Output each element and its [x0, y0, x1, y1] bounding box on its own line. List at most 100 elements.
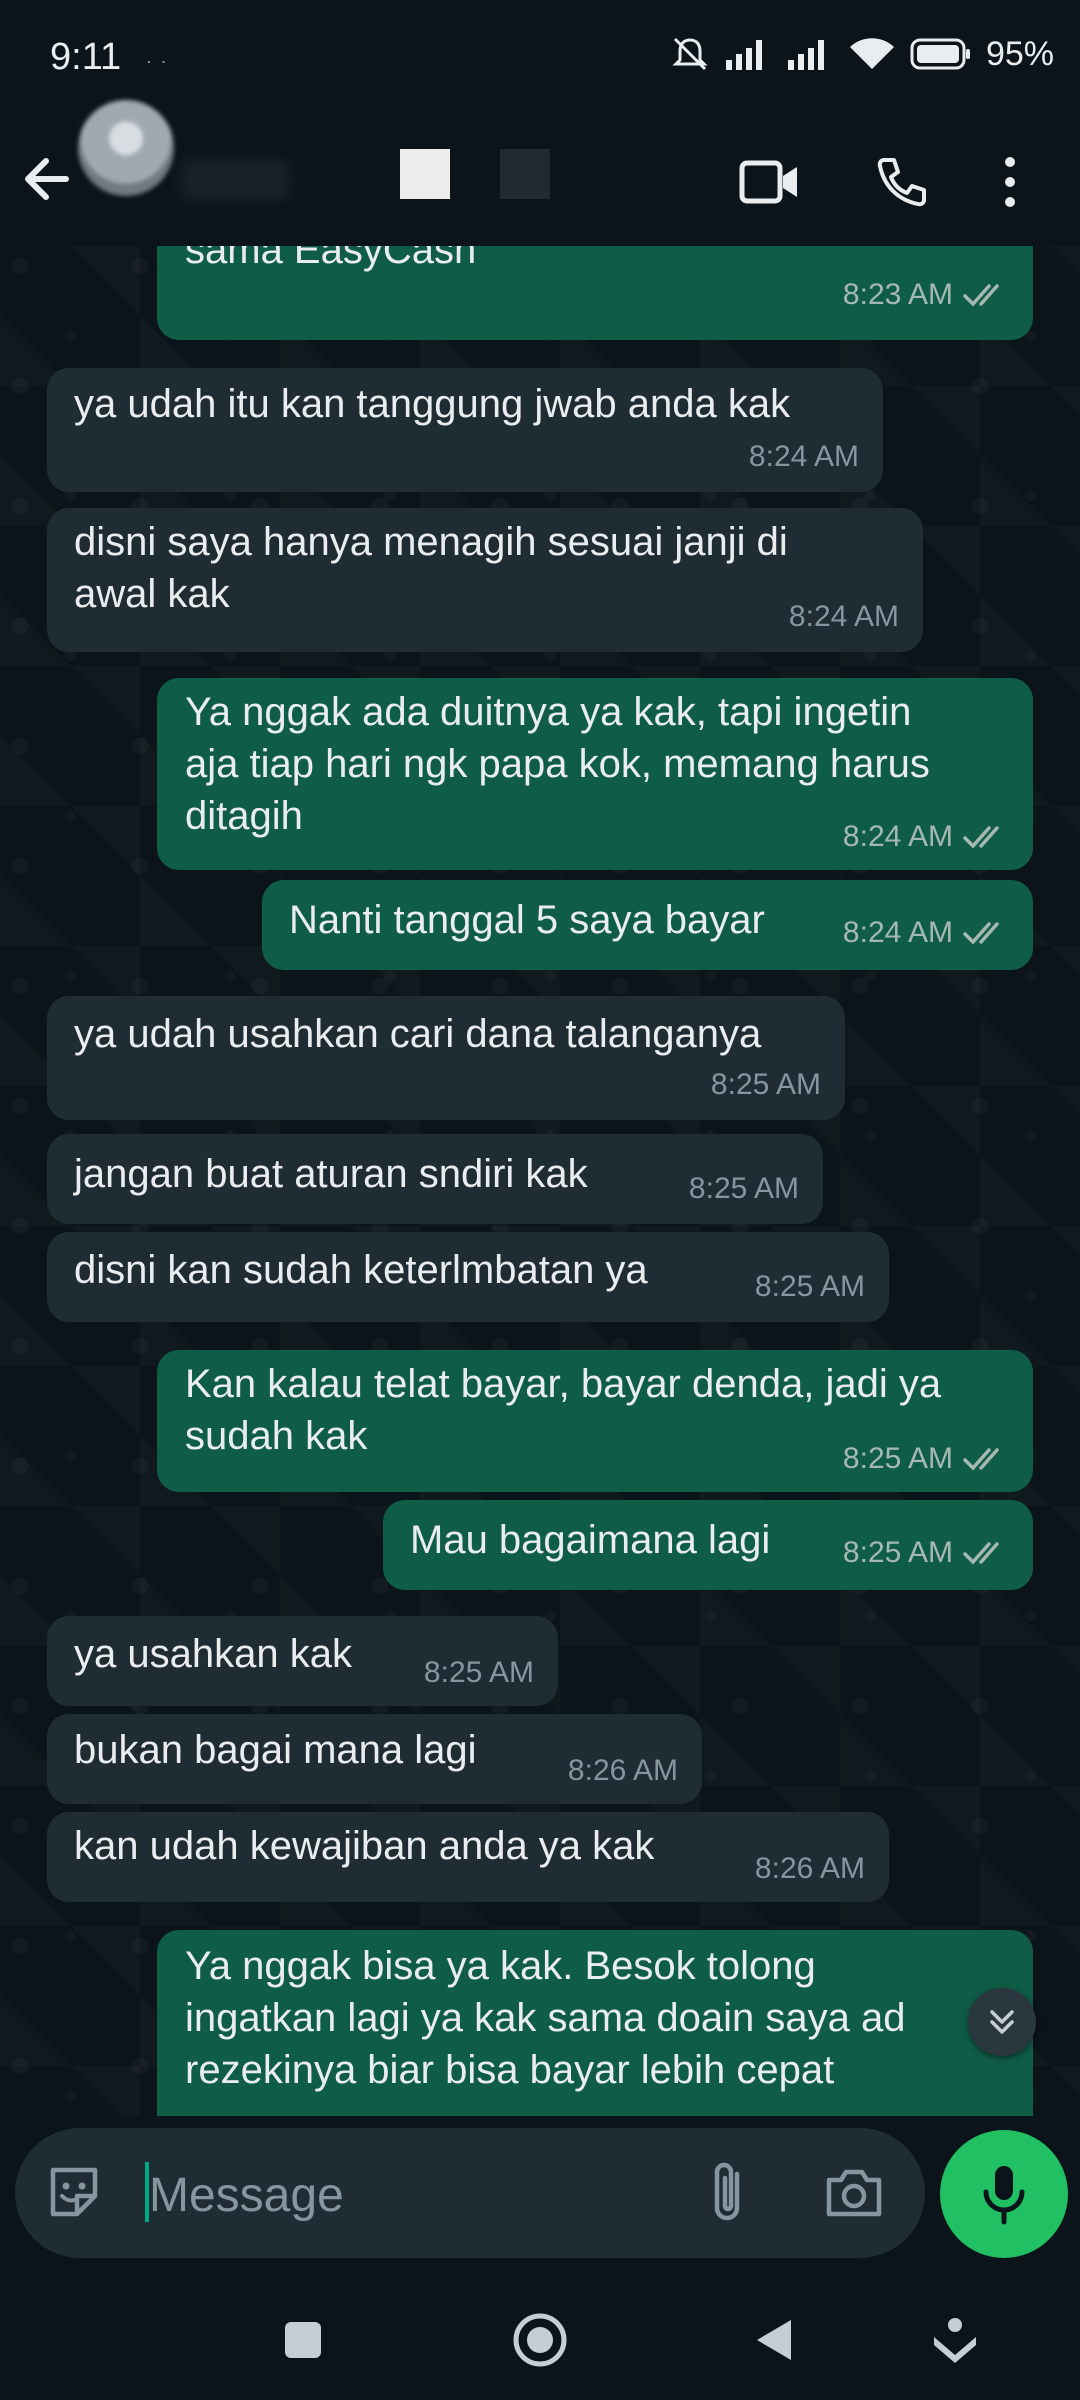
message-outgoing[interactable]: Ya nggak bisa ya kak. Besok tolong ingat…: [157, 1930, 1033, 2116]
double-check-icon: [963, 1542, 999, 1565]
message-time: 8:25 AM: [423, 1656, 534, 1689]
paperclip-icon: [714, 2162, 740, 2221]
phone-icon: [877, 158, 926, 207]
message-outgoing[interactable]: Kan kalau telat bayar, bayar denda, jadi…: [157, 1350, 1033, 1492]
message-text: Ya nggak ada duitnya ya kak, tapi ingeti…: [185, 690, 930, 838]
assistant-button[interactable]: [915, 2300, 995, 2380]
voice-message-button[interactable]: [940, 2130, 1068, 2258]
message-list[interactable]: m. saya juga baru selesai restrukturisas…: [0, 246, 1080, 2116]
message-text: disni saya hanya menagih sesuai janji di…: [74, 520, 788, 616]
message-text: disni kan sudah keterlmbatan ya: [74, 1248, 648, 1292]
voice-call-button[interactable]: [862, 142, 942, 222]
message-time: 8:24 AM: [842, 916, 953, 949]
camera-button[interactable]: [823, 2164, 885, 2225]
message-meta: 8:25 AM: [843, 1536, 1009, 1570]
microphone-icon: [983, 2166, 1025, 2225]
status-bar: 9:11 ᐧ ᐧ 95%: [0, 0, 1080, 120]
square-icon: [285, 2322, 321, 2358]
chevron-down-icon: [934, 2318, 976, 2363]
message-text: sama EasyCash: [185, 246, 477, 272]
message-meta: 8:24 AM: [749, 440, 859, 474]
scroll-to-bottom-button[interactable]: [968, 1988, 1036, 2056]
message-meta: 8:25 AM: [689, 1172, 799, 1206]
message-meta: 8:24 AM: [789, 600, 899, 634]
message-input[interactable]: Message: [149, 2168, 344, 2223]
message-text: Mau bagaimana lagi: [410, 1518, 771, 1562]
video-call-icon: [739, 160, 797, 204]
double-check-icon: [963, 1448, 999, 1471]
wifi-icon: [849, 38, 894, 69]
message-time: 8:25 AM: [842, 1536, 953, 1569]
message-time: 8:25 AM: [710, 1068, 821, 1101]
contact-name-redacted[interactable]: [180, 160, 290, 200]
home-circle-icon: [513, 2313, 567, 2367]
attach-button[interactable]: [705, 2160, 751, 2231]
message-incoming[interactable]: ya usahkan kak 8:25 AM: [47, 1616, 558, 1706]
recents-button[interactable]: [263, 2300, 343, 2380]
message-incoming[interactable]: disni saya hanya menagih sesuai janji di…: [47, 508, 923, 652]
message-outgoing[interactable]: Ya nggak ada duitnya ya kak, tapi ingeti…: [157, 678, 1033, 870]
message-composer: Message: [15, 2128, 925, 2258]
back-button[interactable]: [18, 144, 78, 214]
message-text: ya usahkan kak: [74, 1632, 352, 1676]
message-outgoing[interactable]: Nanti tanggal 5 saya bayar 8:24 AM: [262, 880, 1033, 970]
message-time: 8:24 AM: [842, 820, 953, 853]
message-meta: 8:24 AM: [843, 820, 1009, 854]
message-meta: 8:26 AM: [755, 1852, 865, 1886]
message-incoming[interactable]: bukan bagai mana lagi 8:26 AM: [47, 1714, 702, 1804]
message-time: 8:23 AM: [842, 278, 953, 311]
status-icons: 95%: [670, 34, 1054, 74]
message-text: kan udah kewajiban anda ya kak: [74, 1824, 655, 1868]
redaction-block: [400, 149, 450, 199]
message-time: 8:25 AM: [754, 1270, 865, 1303]
double-check-icon: [963, 284, 999, 307]
home-button[interactable]: [500, 2300, 580, 2380]
message-time: 8:26 AM: [754, 1852, 865, 1885]
double-check-icon: [963, 922, 999, 945]
message-meta: 8:25 AM: [711, 1068, 821, 1102]
status-time: 9:11: [50, 36, 122, 78]
message-text: Kan kalau telat bayar, bayar denda, jadi…: [185, 1362, 942, 1458]
double-chevron-down-icon: [990, 2010, 1014, 2034]
message-meta: 8:25 AM: [755, 1270, 865, 1304]
message-text: jangan buat aturan sndiri kak: [74, 1152, 588, 1196]
message-time: 8:24 AM: [788, 600, 899, 633]
signal-2-icon: [787, 40, 824, 70]
message-meta: 8:25 AM: [843, 1442, 1009, 1476]
message-time: 8:25 AM: [842, 1442, 953, 1475]
more-options-button[interactable]: [980, 142, 1040, 222]
battery-percent: 95%: [985, 34, 1054, 73]
message-meta: 8:23 AM: [843, 278, 1009, 312]
sticker-button[interactable]: [43, 2162, 105, 2229]
video-call-button[interactable]: [730, 142, 810, 222]
more-vertical-icon: [1005, 157, 1015, 207]
chat-header: [0, 100, 1080, 247]
mute-bell-icon: [672, 37, 708, 71]
status-extra: ᐧ ᐧ: [146, 52, 168, 74]
sticker-icon: [50, 2167, 98, 2217]
message-time: 8:26 AM: [567, 1754, 678, 1787]
message-text: Nanti tanggal 5 saya bayar: [289, 898, 765, 942]
redaction-block-dark: [500, 149, 550, 199]
message-text: ya udah usahkan cari dana talanganya: [74, 1012, 762, 1056]
message-text: Ya nggak bisa ya kak. Besok tolong ingat…: [185, 1944, 906, 2092]
message-incoming[interactable]: ya udah usahkan cari dana talanganya 8:2…: [47, 996, 845, 1120]
system-navigation-bar: [0, 2270, 1080, 2400]
double-check-icon: [963, 826, 999, 849]
signal-icon: [725, 40, 762, 70]
message-time: 8:25 AM: [688, 1172, 799, 1205]
message-meta: 8:24 AM: [843, 916, 1009, 950]
message-incoming[interactable]: kan udah kewajiban anda ya kak 8:26 AM: [47, 1812, 889, 1902]
battery-icon: [910, 38, 970, 70]
message-incoming[interactable]: disni kan sudah keterlmbatan ya 8:25 AM: [47, 1232, 889, 1322]
back-nav-button[interactable]: [735, 2300, 815, 2380]
avatar[interactable]: [78, 100, 174, 196]
message-text: ya udah itu kan tanggung jwab anda kak: [74, 382, 791, 426]
arrow-left-icon: [25, 158, 69, 200]
message-incoming[interactable]: ya udah itu kan tanggung jwab anda kak 8…: [47, 368, 883, 492]
message-incoming[interactable]: jangan buat aturan sndiri kak 8:25 AM: [47, 1134, 823, 1224]
message-meta: 8:25 AM: [424, 1656, 534, 1690]
message-outgoing[interactable]: Mau bagaimana lagi 8:25 AM: [383, 1500, 1033, 1590]
message-time: 8:24 AM: [748, 440, 859, 473]
message-outgoing[interactable]: m. saya juga baru selesai restrukturisas…: [157, 246, 1033, 340]
